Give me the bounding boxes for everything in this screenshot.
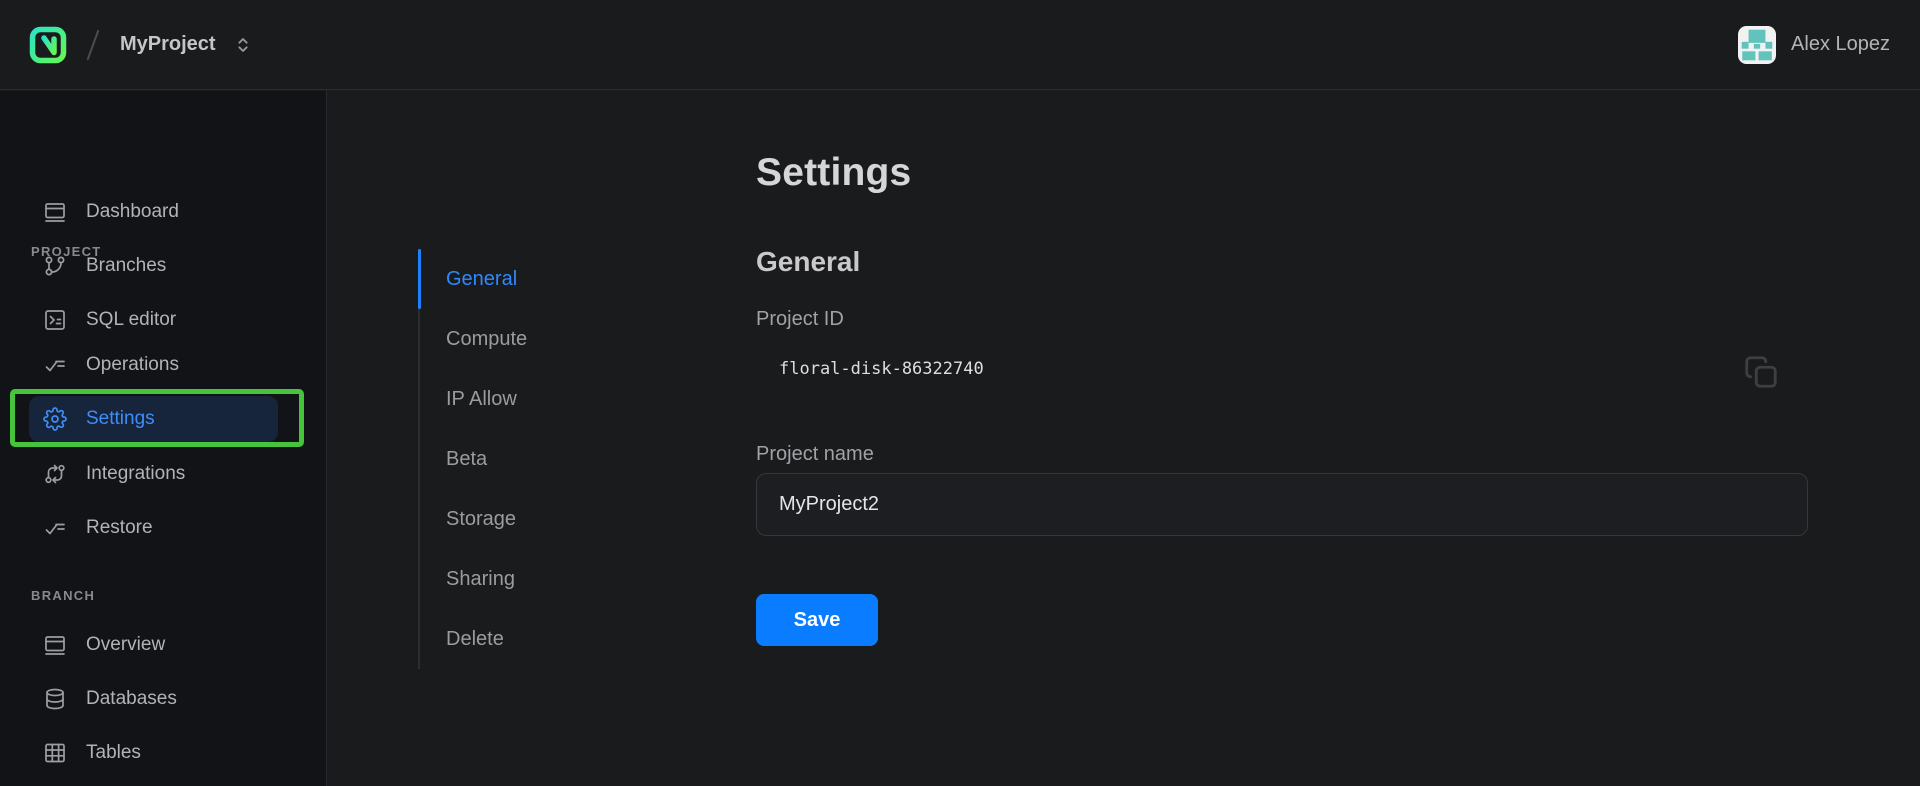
sidebar: PROJECT Dashboard Branches SQL editor bbox=[0, 91, 327, 786]
breadcrumb-separator bbox=[87, 29, 100, 60]
sidebar-item-restore[interactable]: Restore bbox=[0, 506, 326, 550]
sidebar-item-tables[interactable]: Tables bbox=[0, 731, 326, 775]
subnav-item-general[interactable]: General bbox=[420, 249, 678, 309]
gear-icon bbox=[43, 407, 67, 431]
page-title: Settings bbox=[756, 151, 911, 195]
git-branch-icon bbox=[43, 254, 67, 278]
sql-terminal-icon bbox=[43, 308, 67, 332]
sidebar-item-branches[interactable]: Branches bbox=[0, 244, 326, 288]
checklist-icon bbox=[43, 516, 67, 540]
sidebar-item-label: Settings bbox=[86, 408, 155, 430]
user-menu[interactable]: Alex Lopez bbox=[1738, 26, 1890, 64]
sidebar-item-label: Overview bbox=[86, 634, 165, 656]
sidebar-item-label: SQL editor bbox=[86, 309, 176, 331]
dashboard-icon bbox=[43, 200, 67, 224]
project-name-input[interactable] bbox=[756, 473, 1808, 536]
sidebar-item-settings[interactable]: Settings bbox=[0, 397, 326, 441]
neon-logo-icon[interactable] bbox=[28, 25, 68, 65]
project-switcher[interactable]: MyProject bbox=[120, 33, 254, 57]
sidebar-item-label: Restore bbox=[86, 517, 153, 539]
project-id-label: Project ID bbox=[756, 308, 844, 331]
subnav-item-delete[interactable]: Delete bbox=[420, 609, 678, 669]
section-title-general: General bbox=[756, 246, 860, 278]
sidebar-item-label: Tables bbox=[86, 742, 141, 764]
sidebar-item-operations[interactable]: Operations bbox=[0, 343, 326, 387]
subnav-item-ip-allow[interactable]: IP Allow bbox=[420, 369, 678, 429]
sidebar-item-databases[interactable]: Databases bbox=[0, 677, 326, 721]
integrations-sync-icon bbox=[43, 462, 67, 486]
sidebar-item-label: Databases bbox=[86, 688, 177, 710]
sidebar-item-label: Integrations bbox=[86, 463, 185, 485]
checklist-icon bbox=[43, 353, 67, 377]
settings-subnav: General Compute IP Allow Beta Storage Sh… bbox=[418, 249, 678, 669]
project-switcher-label: MyProject bbox=[120, 33, 216, 56]
sidebar-item-label: Branches bbox=[86, 255, 166, 277]
subnav-item-sharing[interactable]: Sharing bbox=[420, 549, 678, 609]
save-button[interactable]: Save bbox=[756, 594, 878, 646]
subnav-item-storage[interactable]: Storage bbox=[420, 489, 678, 549]
sidebar-section-branch: BRANCH bbox=[31, 588, 95, 604]
chevron-up-down-icon bbox=[232, 33, 254, 57]
project-id-value: floral-disk-86322740 bbox=[779, 359, 984, 379]
main-content: General Compute IP Allow Beta Storage Sh… bbox=[328, 91, 1920, 786]
project-name-label: Project name bbox=[756, 443, 874, 466]
sidebar-item-label: Dashboard bbox=[86, 201, 179, 223]
window-icon bbox=[43, 633, 67, 657]
sidebar-item-dashboard[interactable]: Dashboard bbox=[0, 190, 326, 234]
user-avatar bbox=[1738, 26, 1776, 64]
sidebar-item-integrations[interactable]: Integrations bbox=[0, 452, 326, 496]
database-icon bbox=[43, 687, 67, 711]
subnav-item-compute[interactable]: Compute bbox=[420, 309, 678, 369]
sidebar-item-sql-editor[interactable]: SQL editor bbox=[0, 298, 326, 342]
breadcrumb: MyProject bbox=[28, 25, 254, 65]
top-bar: MyProject Alex Lopez bbox=[0, 0, 1920, 90]
sidebar-item-label: Operations bbox=[86, 354, 179, 376]
subnav-item-beta[interactable]: Beta bbox=[420, 429, 678, 489]
sidebar-item-overview[interactable]: Overview bbox=[0, 623, 326, 667]
settings-panel: Settings General Project ID floral-disk-… bbox=[756, 91, 1808, 786]
table-grid-icon bbox=[43, 741, 67, 765]
user-name: Alex Lopez bbox=[1791, 33, 1890, 56]
subnav-active-indicator bbox=[418, 249, 421, 309]
copy-icon[interactable] bbox=[1742, 352, 1780, 392]
